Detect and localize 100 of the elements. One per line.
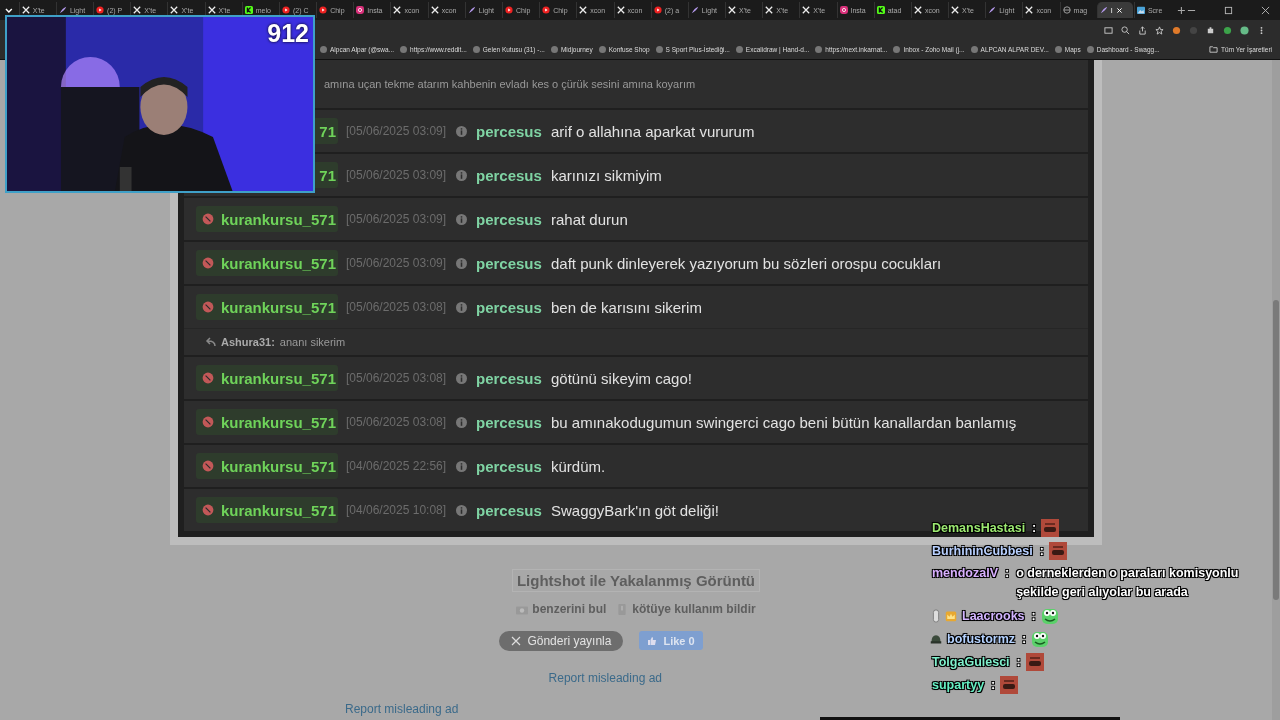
reply-author: Ashura31: — [221, 336, 275, 348]
chat-message: o derneklerden o paraları komisyonlu şekilde geri alıyolar bu arada — [1014, 565, 1240, 602]
x-logo-icon — [802, 6, 811, 14]
separator: : — [990, 677, 997, 692]
separator: : — [1038, 543, 1045, 558]
author-name: percesus — [476, 166, 542, 184]
image-icon — [1136, 6, 1145, 14]
info-icon — [456, 504, 467, 516]
x-logo-icon — [765, 6, 774, 14]
timestamp: [05/06/2025 03:09] — [346, 168, 448, 182]
author-name: percesus — [476, 210, 542, 228]
username-tag: kurankursu_571 — [196, 497, 338, 523]
play-icon — [319, 6, 328, 14]
separator: : — [1004, 565, 1011, 582]
timestamp: [04/06/2025 22:56] — [346, 459, 448, 473]
x-logo-icon — [511, 636, 522, 646]
x-logo-icon — [1025, 6, 1034, 14]
zoom-icon[interactable] — [1121, 25, 1130, 35]
message-text: rahat durun — [551, 210, 628, 228]
chat-username: Laacrooks — [961, 608, 1026, 623]
author-name: percesus — [476, 254, 542, 272]
info-icon — [456, 460, 467, 472]
info-icon — [456, 213, 467, 225]
feather-icon — [690, 6, 699, 14]
timestamp: [05/06/2025 03:09] — [346, 256, 448, 270]
reply-text: amına uçan tekme atarım kahbenin evladı kes o çürük sesini amına koyarım — [324, 78, 696, 90]
message-text: bu amınakodugumun swingerci cago beni bütün kanallardan banlamış — [551, 413, 1017, 431]
feather-icon — [988, 6, 997, 14]
author-name: percesus — [476, 369, 542, 387]
x-logo-icon — [393, 6, 402, 14]
timestamp: [04/06/2025 10:08] — [346, 503, 448, 517]
info-icon — [456, 372, 467, 384]
install-icon[interactable] — [1104, 25, 1113, 35]
reply-text: ananı sikerim — [279, 336, 346, 348]
thumbs-up-icon — [647, 635, 658, 646]
puzzle-icon[interactable] — [1206, 25, 1215, 35]
timestamp: [05/06/2025 03:08] — [346, 300, 448, 314]
username-tag: kurankursu_571 — [196, 294, 338, 320]
play-icon — [653, 6, 662, 14]
post-button[interactable]: Gönderi yayınla — [499, 631, 624, 651]
face-emote-icon — [1025, 652, 1044, 671]
chat-username: TolgaGulesci — [931, 654, 1011, 669]
chat-username: mendozalV — [931, 565, 999, 582]
camera-icon — [839, 6, 848, 14]
profile-icon[interactable] — [1240, 25, 1249, 35]
extension-icon[interactable] — [1223, 25, 1232, 35]
folder-icon — [1209, 45, 1219, 54]
timestamp: [05/06/2025 03:09] — [346, 212, 448, 226]
x-logo-icon — [207, 6, 216, 14]
author-name: percesus — [476, 122, 542, 140]
message-text: karınızı sikmiyim — [551, 166, 662, 184]
timestamp: [05/06/2025 03:08] — [346, 371, 448, 385]
author-name: percesus — [476, 501, 542, 519]
x-logo-icon — [951, 6, 960, 14]
camera-icon — [356, 6, 365, 14]
info-icon — [456, 125, 467, 137]
feather-icon — [467, 6, 476, 14]
x-logo-icon — [170, 6, 179, 14]
timestamp: [05/06/2025 03:09] — [346, 124, 448, 138]
caption-title: Lightshot ile Yakalanmış Görüntü — [511, 569, 761, 592]
info-icon — [456, 301, 467, 313]
info-icon — [456, 416, 467, 428]
feather-icon — [58, 6, 67, 14]
reply-arrow-icon — [204, 337, 216, 347]
username-tag: kurankursu_571 — [196, 250, 338, 276]
scrollbar-thumb[interactable] — [1273, 300, 1279, 600]
emblem-icon — [202, 257, 214, 269]
emblem-icon — [202, 213, 214, 225]
share-icon[interactable] — [1138, 25, 1147, 35]
frog-emote-icon — [1031, 629, 1050, 648]
emblem-icon — [202, 504, 214, 516]
x-logo-icon — [728, 6, 736, 14]
x-logo-icon — [579, 6, 588, 14]
author-name: percesus — [476, 457, 542, 475]
globe-icon — [1062, 6, 1071, 14]
x-logo-icon — [913, 6, 922, 14]
star-icon[interactable] — [1155, 25, 1164, 35]
new-tab-icon[interactable] — [1177, 5, 1186, 15]
info-icon — [456, 257, 467, 269]
maximize-icon[interactable] — [1224, 5, 1233, 15]
emblem-icon — [202, 301, 214, 313]
emblem-icon — [202, 460, 214, 472]
message-text: arif o allahına aparkat vururum — [551, 122, 755, 140]
play-icon — [281, 6, 290, 14]
chat-username: supartyy — [931, 677, 986, 692]
chat-username: BurhininCubbesi — [931, 543, 1034, 558]
separator: : — [1015, 654, 1022, 669]
timestamp: [05/06/2025 03:08] — [346, 415, 448, 429]
face-emote-icon — [1000, 675, 1019, 694]
message-text: daft punk dinleyerek yazıyorum bu sözleri orospu cocukları — [551, 254, 942, 272]
close-icon[interactable] — [1261, 5, 1270, 15]
message-text: kürdüm. — [551, 457, 606, 475]
frog-emote-icon — [1040, 606, 1059, 625]
x-logo-icon — [430, 6, 439, 14]
author-name: percesus — [476, 298, 542, 316]
k-logo-icon — [876, 6, 885, 14]
message-text: götünü sikeyim cago! — [551, 369, 692, 387]
emblem-icon — [202, 416, 214, 428]
message-text: SwaggyBark'ın göt deliği! — [551, 501, 719, 519]
emblem-icon — [202, 372, 214, 384]
